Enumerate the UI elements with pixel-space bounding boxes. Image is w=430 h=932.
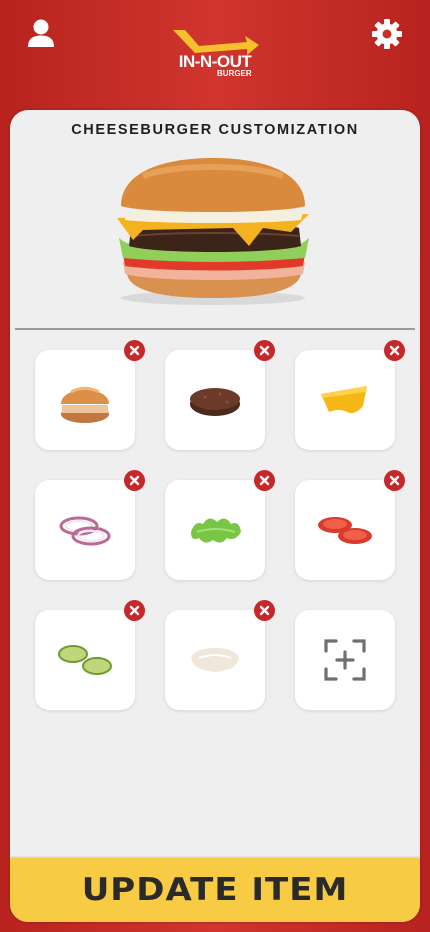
- panel-title: CHEESEBURGER CUSTOMIZATION: [71, 122, 359, 138]
- brand-logo: IN-N-OUT BURGER: [165, 24, 265, 84]
- ingredient-tile-lettuce[interactable]: [165, 470, 275, 580]
- onion-icon: [59, 516, 111, 546]
- cheese-icon: [321, 386, 367, 414]
- user-icon: [28, 19, 54, 47]
- close-icon: [129, 475, 140, 486]
- update-item-label: UPDATE ITEM: [81, 871, 349, 909]
- remove-ingredient-button[interactable]: [124, 470, 145, 491]
- logo-subtext: BURGER: [217, 69, 252, 78]
- remove-ingredient-button[interactable]: [124, 600, 145, 621]
- pickles-icon: [58, 645, 112, 675]
- remove-ingredient-button[interactable]: [254, 470, 275, 491]
- close-icon: [129, 605, 140, 616]
- close-icon: [259, 345, 270, 356]
- update-item-button[interactable]: UPDATE ITEM: [10, 858, 420, 922]
- section-divider: [15, 328, 415, 330]
- lettuce-icon: [191, 518, 241, 543]
- remove-ingredient-button[interactable]: [124, 340, 145, 361]
- tomato-icon: [318, 517, 372, 544]
- ingredient-tile-patty[interactable]: [165, 340, 275, 450]
- close-icon: [389, 345, 400, 356]
- close-icon: [259, 605, 270, 616]
- settings-button[interactable]: [371, 18, 403, 50]
- bun-icon: [61, 386, 109, 423]
- ingredient-tile-cheese[interactable]: [295, 340, 405, 450]
- ingredient-tile-tomato[interactable]: [295, 470, 405, 580]
- close-icon: [389, 475, 400, 486]
- app-header: IN-N-OUT BURGER: [0, 0, 430, 110]
- remove-ingredient-button[interactable]: [254, 340, 275, 361]
- patty-icon: [190, 388, 240, 416]
- add-ingredient-icon: [324, 639, 366, 681]
- add-ingredient-tile[interactable]: [295, 610, 395, 710]
- spread-icon: [191, 648, 239, 672]
- close-icon: [129, 345, 140, 356]
- gear-icon: [372, 19, 402, 49]
- profile-button[interactable]: [26, 18, 56, 50]
- customization-panel: CHEESEBURGER CUSTOMIZATION UPDATE ITEM: [10, 110, 420, 922]
- remove-ingredient-button[interactable]: [384, 470, 405, 491]
- remove-ingredient-button[interactable]: [254, 600, 275, 621]
- ingredient-tile-bun[interactable]: [35, 340, 145, 450]
- close-icon: [259, 475, 270, 486]
- ingredient-tile-onion[interactable]: [35, 470, 145, 580]
- ingredient-tile-pickles[interactable]: [35, 600, 145, 710]
- remove-ingredient-button[interactable]: [384, 340, 405, 361]
- cheeseburger-image: [113, 154, 313, 312]
- ingredient-tile-spread[interactable]: [165, 600, 275, 710]
